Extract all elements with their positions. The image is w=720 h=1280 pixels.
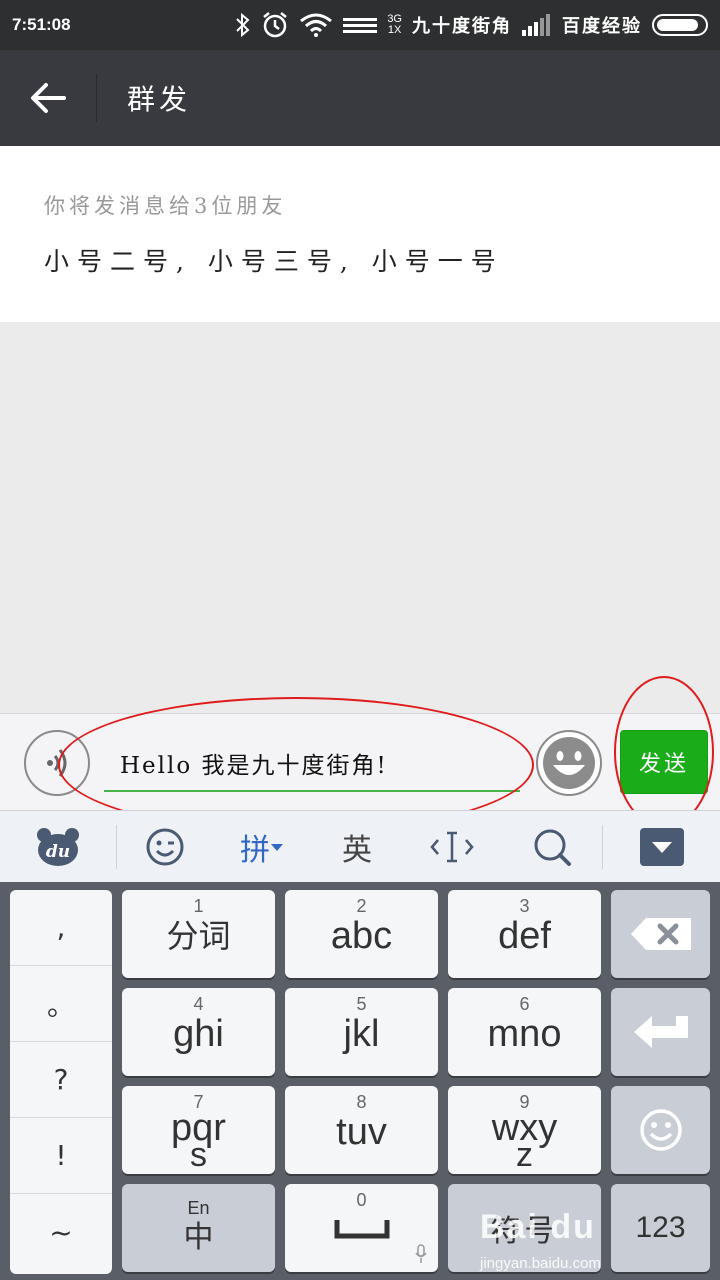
key-number: 0	[356, 1190, 367, 1210]
recipients-panel: 你将发消息给3位朋友 小号二号, 小号三号, 小号一号	[0, 146, 720, 322]
bluetooth-icon	[235, 12, 251, 38]
page-title: 群发	[127, 83, 192, 116]
voice-input-button[interactable]	[24, 730, 90, 796]
back-button[interactable]	[0, 50, 96, 146]
message-input[interactable]	[104, 736, 520, 792]
collapse-keyboard-icon	[639, 827, 684, 866]
key-number: 5	[356, 994, 367, 1014]
language-switch-key[interactable]: En 中	[122, 1184, 275, 1272]
search-button[interactable]	[502, 811, 602, 883]
key-3[interactable]: 3 def	[448, 890, 601, 978]
language-switch-top: En	[187, 1198, 210, 1218]
toolbar-emoji-button[interactable]	[117, 811, 212, 883]
key-6[interactable]: 6 mno	[448, 988, 601, 1076]
signal-bars-icon	[343, 14, 378, 36]
key-9[interactable]: 9 wxy z	[448, 1086, 601, 1174]
du-bear-icon: du	[37, 827, 79, 866]
backspace-icon	[630, 918, 691, 950]
text-cursor-icon	[430, 831, 474, 862]
key-8[interactable]: 8 tuv	[285, 1086, 438, 1174]
key-label: ghi	[173, 1013, 224, 1055]
enter-arrow-icon	[633, 1016, 688, 1048]
key-sublabel: s	[190, 1136, 207, 1174]
english-label: 英	[342, 832, 372, 868]
punctuation-key[interactable]: ?	[10, 1042, 112, 1118]
carrier-name-1: 九十度街角	[412, 16, 512, 37]
emoji-key[interactable]	[611, 1086, 710, 1174]
network-type: 3G 1X	[387, 14, 402, 36]
punctuation-key[interactable]: ~	[10, 1194, 112, 1270]
key-number: 6	[519, 994, 530, 1014]
arrow-left-icon	[31, 83, 66, 113]
voice-icon	[47, 749, 67, 777]
numeric-key-label: 123	[635, 1211, 686, 1244]
status-bar: 7:51:08 3G 1X 九十度街角 百度经验	[0, 0, 720, 50]
key-7[interactable]: 7 pqr s	[122, 1086, 275, 1174]
message-input-bar: 发送	[0, 713, 720, 810]
hide-keyboard-button[interactable]	[603, 811, 720, 883]
cursor-control-button[interactable]	[402, 811, 502, 883]
key-number: 3	[519, 896, 530, 916]
emoji-button[interactable]	[536, 730, 602, 796]
recipients-hint: 你将发消息给3位朋友	[44, 194, 287, 218]
key-number: 4	[193, 994, 204, 1014]
key-label: 分词	[166, 917, 231, 955]
smiley-face-icon	[543, 737, 595, 789]
key-label: tuv	[336, 1111, 387, 1153]
key-number: 1	[193, 896, 204, 916]
backspace-key[interactable]	[611, 890, 710, 978]
wink-face-icon	[146, 828, 183, 865]
punctuation-key[interactable]: ,	[10, 890, 112, 966]
status-icons: 3G 1X 九十度街角 百度经验	[235, 11, 708, 39]
pinyin-label: 拼	[240, 832, 270, 868]
send-button[interactable]: 发送	[620, 730, 708, 794]
header-divider	[96, 74, 97, 122]
punctuation-column: , 。 ? ! ~	[10, 890, 112, 1274]
key-label: def	[498, 915, 551, 957]
caret-down-icon	[271, 843, 283, 851]
status-time: 7:51:08	[12, 15, 71, 34]
recipients-list: 小号二号, 小号三号, 小号一号	[44, 247, 504, 276]
cell-signal-icon	[522, 14, 552, 36]
battery-level	[657, 19, 699, 31]
keyboard: , 。 ? ! ~ 1 分词 2 abc 3 def 4 ghi 5 jkl 6…	[0, 882, 720, 1280]
key-label: jkl	[343, 1013, 380, 1055]
baidu-watermark-url: jingyan.baidu.com	[480, 1255, 601, 1272]
carrier-name-2: 百度经验	[562, 16, 642, 37]
du-logo-button[interactable]: du	[0, 811, 116, 883]
key-1[interactable]: 1 分词	[122, 890, 275, 978]
enter-key[interactable]	[611, 988, 710, 1076]
key-5[interactable]: 5 jkl	[285, 988, 438, 1076]
key-4[interactable]: 4 ghi	[122, 988, 275, 1076]
smiley-icon	[639, 1109, 682, 1151]
numeric-key[interactable]: 123	[611, 1184, 710, 1272]
space-bar-icon	[334, 1220, 389, 1239]
key-number: 8	[356, 1092, 367, 1112]
microphone-icon	[415, 1244, 427, 1263]
alarm-icon	[261, 11, 289, 39]
network-type-bottom: 1X	[387, 24, 402, 36]
punctuation-key[interactable]: !	[10, 1118, 112, 1194]
key-label: mno	[487, 1013, 562, 1055]
key-number: 2	[356, 896, 367, 916]
battery-icon	[652, 14, 708, 36]
app-header: 群发	[0, 50, 720, 146]
english-mode-button[interactable]: 英	[312, 811, 402, 883]
keyboard-toolbar: du 拼 英	[0, 810, 720, 882]
language-switch-label: 中	[183, 1220, 214, 1255]
key-2[interactable]: 2 abc	[285, 890, 438, 978]
wifi-icon	[299, 13, 333, 37]
svg-text:du: du	[46, 842, 70, 862]
space-key[interactable]: 0	[285, 1184, 438, 1272]
key-label: abc	[330, 915, 393, 957]
punctuation-key[interactable]: 。	[10, 966, 112, 1042]
baidu-watermark-logo: Bai du	[480, 1208, 596, 1246]
key-sublabel: z	[516, 1136, 533, 1174]
pinyin-mode-button[interactable]: 拼	[212, 811, 312, 883]
search-icon	[534, 829, 571, 866]
